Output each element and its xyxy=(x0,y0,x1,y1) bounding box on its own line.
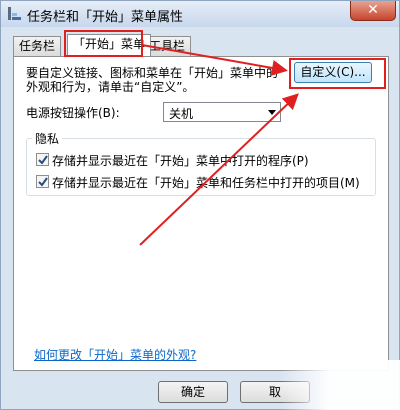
title-bar[interactable]: 任务栏和「开始」菜单属性 xyxy=(1,1,399,27)
window-title: 任务栏和「开始」菜单属性 xyxy=(27,10,184,25)
customize-button[interactable]: 自定义(C)... xyxy=(294,62,372,83)
tab-start-menu[interactable]: 「开始」菜单 xyxy=(67,34,152,56)
dropdown-arrow-icon xyxy=(268,110,276,115)
privacy-checkbox-items[interactable] xyxy=(36,175,49,188)
power-button-value: 关机 xyxy=(169,107,194,121)
ok-button[interactable]: 确定 xyxy=(158,381,228,403)
close-button[interactable]: ✕ xyxy=(350,1,396,21)
privacy-group-title: 隐私 xyxy=(32,130,63,147)
power-button-label: 电源按钮操作(B): xyxy=(26,106,120,120)
tab-taskbar[interactable]: 任务栏 xyxy=(13,36,62,56)
privacy-option-programs-label[interactable]: 存储并显示最近在「开始」菜单中打开的程序(P) xyxy=(52,152,309,169)
watermark-fade xyxy=(280,360,400,410)
description-line-2: 外观和行为，请单击“自定义”。 xyxy=(26,80,195,94)
checkmark-icon xyxy=(38,177,48,187)
checkmark-icon xyxy=(38,155,48,165)
privacy-checkbox-programs[interactable] xyxy=(36,153,49,166)
privacy-option-items-label[interactable]: 存储并显示最近在「开始」菜单和任务栏中打开的项目(M) xyxy=(52,174,360,191)
taskbar-app-icon xyxy=(8,7,21,20)
close-icon: ✕ xyxy=(367,2,379,18)
help-link[interactable]: 如何更改「开始」菜单的外观? xyxy=(34,346,196,363)
power-button-select[interactable]: 关机 xyxy=(163,102,281,122)
